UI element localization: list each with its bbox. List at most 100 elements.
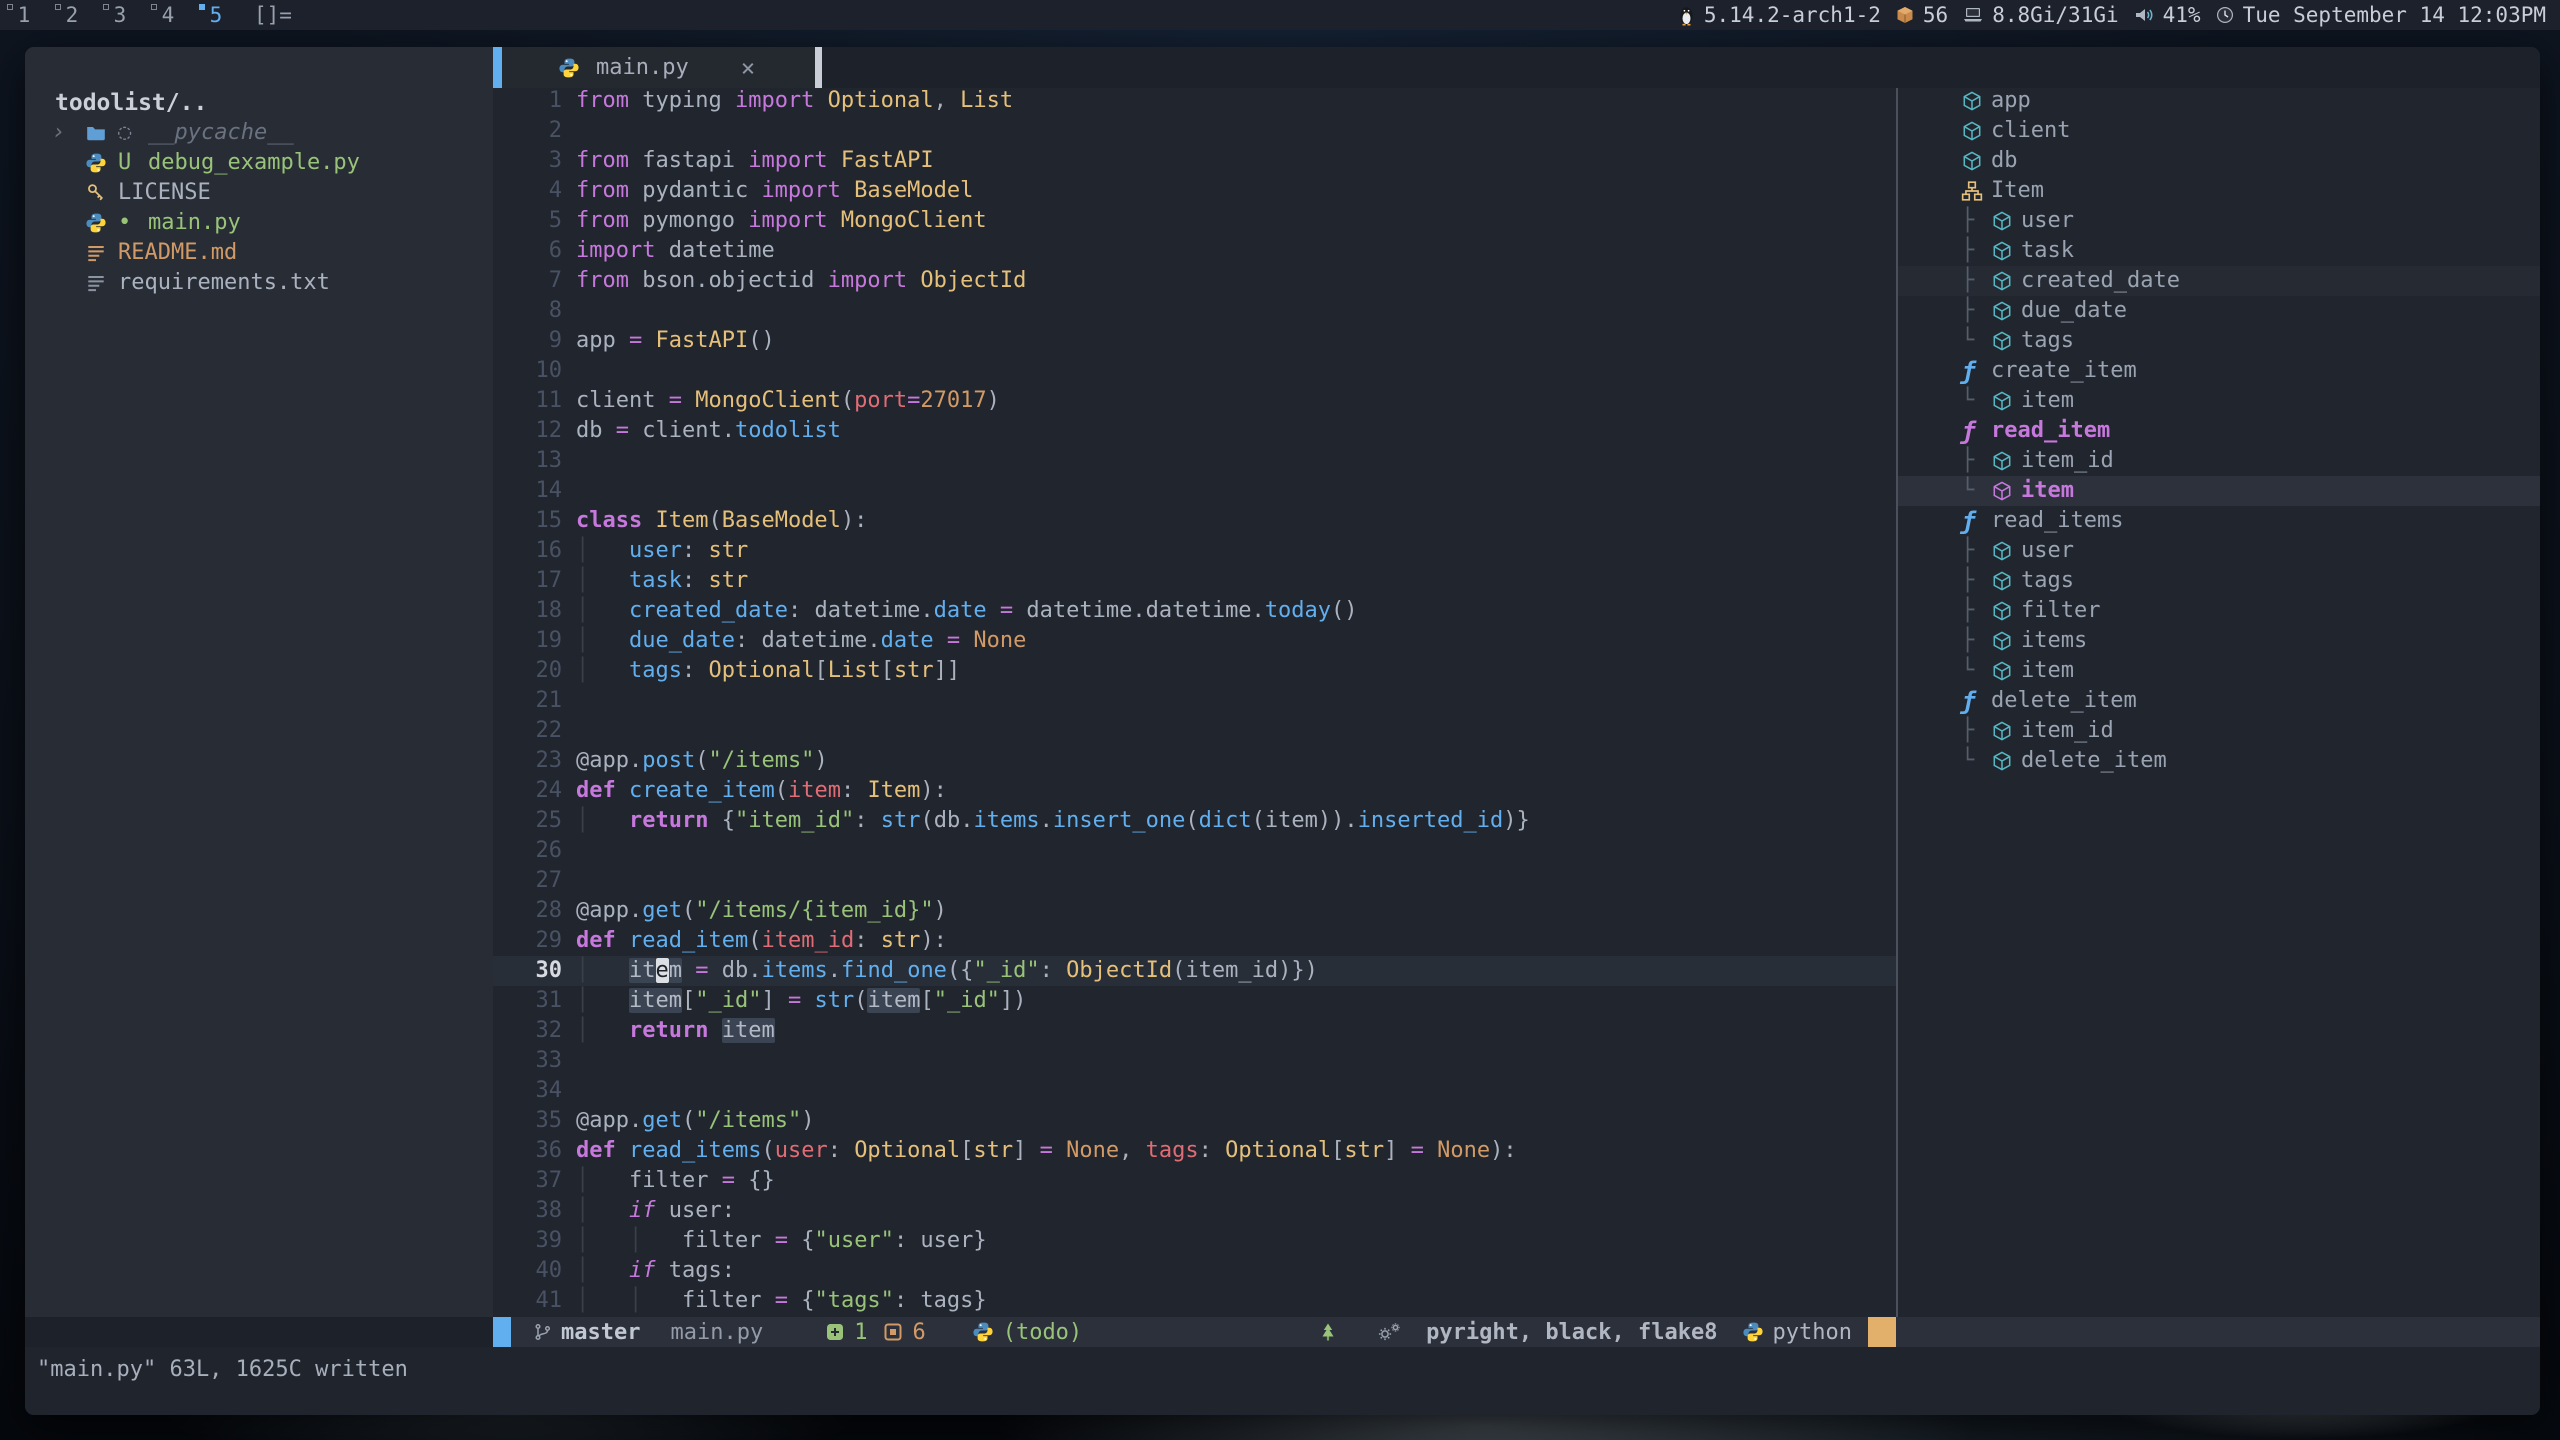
symbol-name: create_item bbox=[1991, 356, 2137, 386]
symbol-name: delete_item bbox=[2021, 746, 2167, 776]
code-text: def create_item(item: Item): bbox=[576, 776, 947, 806]
outline-item-filter[interactable]: ├filter bbox=[1898, 596, 2540, 626]
outline-item-user[interactable]: ├user bbox=[1898, 536, 2540, 566]
code-line-9[interactable]: 9app = FastAPI() bbox=[493, 326, 1896, 356]
file-row-main.py[interactable]: •main.py bbox=[25, 208, 493, 238]
code-line-18[interactable]: 18│ created_date: datetime.date = dateti… bbox=[493, 596, 1896, 626]
outline-item-create_item[interactable]: ƒcreate_item bbox=[1898, 356, 2540, 386]
code-line-39[interactable]: 39│ │ filter = {"user": user} bbox=[493, 1226, 1896, 1256]
code-line-41[interactable]: 41│ │ filter = {"tags": tags} bbox=[493, 1286, 1896, 1316]
code-line-32[interactable]: 32│ return item bbox=[493, 1016, 1896, 1046]
outline-item-app[interactable]: app bbox=[1898, 86, 2540, 116]
code-line-8[interactable]: 8 bbox=[493, 296, 1896, 326]
code-line-21[interactable]: 21 bbox=[493, 686, 1896, 716]
close-icon[interactable]: × bbox=[741, 54, 755, 82]
outline-item-created_date[interactable]: ├created_date bbox=[1898, 266, 2540, 296]
outline-item-tags[interactable]: └tags bbox=[1898, 326, 2540, 356]
code-text: │ if tags: bbox=[576, 1256, 735, 1286]
code-line-11[interactable]: 11client = MongoClient(port=27017) bbox=[493, 386, 1896, 416]
code-line-30[interactable]: 30│ item = db.items.find_one({"_id": Obj… bbox=[493, 956, 1896, 986]
outline-item-read_item[interactable]: ƒread_item bbox=[1898, 416, 2540, 446]
penguin-icon bbox=[1677, 3, 1696, 27]
git-status-badge: ◌ bbox=[118, 118, 148, 148]
outline-item-tags[interactable]: ├tags bbox=[1898, 566, 2540, 596]
code-line-24[interactable]: 24def create_item(item: Item): bbox=[493, 776, 1896, 806]
code-line-12[interactable]: 12db = client.todolist bbox=[493, 416, 1896, 446]
workspace-tag-3[interactable]: 3 bbox=[96, 0, 144, 30]
code-line-10[interactable]: 10 bbox=[493, 356, 1896, 386]
outline-item-delete_item[interactable]: ƒdelete_item bbox=[1898, 686, 2540, 716]
workspace-tag-1[interactable]: 1 bbox=[0, 0, 48, 30]
code-line-29[interactable]: 29def read_item(item_id: str): bbox=[493, 926, 1896, 956]
code-line-26[interactable]: 26 bbox=[493, 836, 1896, 866]
outline-item-item_id[interactable]: ├item_id bbox=[1898, 716, 2540, 746]
code-line-15[interactable]: 15class Item(BaseModel): bbox=[493, 506, 1896, 536]
tab-main-py[interactable]: main.py × bbox=[502, 47, 815, 88]
code-line-37[interactable]: 37│ filter = {} bbox=[493, 1166, 1896, 1196]
code-line-25[interactable]: 25│ return {"item_id": str(db.items.inse… bbox=[493, 806, 1896, 836]
workspace-tag-4[interactable]: 4 bbox=[144, 0, 192, 30]
file-row-README.md[interactable]: README.md bbox=[25, 238, 493, 268]
outline-item-due_date[interactable]: ├due_date bbox=[1898, 296, 2540, 326]
code-line-6[interactable]: 6import datetime bbox=[493, 236, 1896, 266]
code-line-40[interactable]: 40│ if tags: bbox=[493, 1256, 1896, 1286]
file-row-__pycache__[interactable]: ›◌__pycache__ bbox=[25, 118, 493, 148]
outline-item-read_items[interactable]: ƒread_items bbox=[1898, 506, 2540, 536]
line-number: 10 bbox=[493, 356, 576, 386]
code-text: │ item["_id"] = str(item["_id"]) bbox=[576, 986, 1026, 1016]
outline-item-task[interactable]: ├task bbox=[1898, 236, 2540, 266]
volume-icon bbox=[2133, 5, 2155, 25]
code-line-14[interactable]: 14 bbox=[493, 476, 1896, 506]
code-line-23[interactable]: 23@app.post("/items") bbox=[493, 746, 1896, 776]
code-text: │ if user: bbox=[576, 1196, 735, 1226]
code-line-19[interactable]: 19│ due_date: datetime.date = None bbox=[493, 626, 1896, 656]
outline-item-user[interactable]: ├user bbox=[1898, 206, 2540, 236]
code-line-31[interactable]: 31│ item["_id"] = str(item["_id"]) bbox=[493, 986, 1896, 1016]
variable-icon bbox=[1991, 750, 2021, 772]
outline-item-Item[interactable]: Item bbox=[1898, 176, 2540, 206]
code-line-33[interactable]: 33 bbox=[493, 1046, 1896, 1076]
file-row-requirements.txt[interactable]: requirements.txt bbox=[25, 268, 493, 298]
code-line-22[interactable]: 22 bbox=[493, 716, 1896, 746]
symbol-name: client bbox=[1991, 116, 2070, 146]
code-line-36[interactable]: 36def read_items(user: Optional[str] = N… bbox=[493, 1136, 1896, 1166]
outline-item-client[interactable]: client bbox=[1898, 116, 2540, 146]
code-line-27[interactable]: 27 bbox=[493, 866, 1896, 896]
virtualenv-name: (todo) bbox=[1003, 1320, 1082, 1345]
code-line-16[interactable]: 16│ user: str bbox=[493, 536, 1896, 566]
layout-indicator[interactable]: []= bbox=[254, 3, 292, 27]
python-icon bbox=[972, 1321, 994, 1343]
code-line-2[interactable]: 2 bbox=[493, 116, 1896, 146]
file-row-LICENSE[interactable]: LICENSE bbox=[25, 178, 493, 208]
code-line-28[interactable]: 28@app.get("/items/{item_id}") bbox=[493, 896, 1896, 926]
code-line-5[interactable]: 5from pymongo import MongoClient bbox=[493, 206, 1896, 236]
command-line[interactable]: "main.py" 63L, 1625C written bbox=[25, 1347, 2540, 1415]
workspace-tag-5[interactable]: 5 bbox=[192, 0, 240, 30]
outline-item-item_id[interactable]: ├item_id bbox=[1898, 446, 2540, 476]
code-line-34[interactable]: 34 bbox=[493, 1076, 1896, 1106]
code-text: from pymongo import MongoClient bbox=[576, 206, 987, 236]
git-added-icon bbox=[825, 1322, 845, 1342]
code-line-7[interactable]: 7from bson.objectid import ObjectId bbox=[493, 266, 1896, 296]
file-row-debug_example.py[interactable]: Udebug_example.py bbox=[25, 148, 493, 178]
outline-item-item[interactable]: └item bbox=[1898, 476, 2540, 506]
expand-caret-icon[interactable]: › bbox=[52, 118, 65, 148]
code-line-3[interactable]: 3from fastapi import FastAPI bbox=[493, 146, 1896, 176]
code-line-17[interactable]: 17│ task: str bbox=[493, 566, 1896, 596]
tree-connector: ├ bbox=[1961, 716, 1991, 746]
code-line-13[interactable]: 13 bbox=[493, 446, 1896, 476]
file-explorer[interactable]: todolist/.. ›◌__pycache__Udebug_example.… bbox=[25, 47, 493, 1347]
code-line-1[interactable]: 1from typing import Optional, List bbox=[493, 86, 1896, 116]
workspace-tag-2[interactable]: 2 bbox=[48, 0, 96, 30]
outline-item-items[interactable]: ├items bbox=[1898, 626, 2540, 656]
code-line-20[interactable]: 20│ tags: Optional[List[str]] bbox=[493, 656, 1896, 686]
outline-item-item[interactable]: └item bbox=[1898, 656, 2540, 686]
code-line-4[interactable]: 4from pydantic import BaseModel bbox=[493, 176, 1896, 206]
code-line-35[interactable]: 35@app.get("/items") bbox=[493, 1106, 1896, 1136]
outline-item-db[interactable]: db bbox=[1898, 146, 2540, 176]
code-text: │ return {"item_id": str(db.items.insert… bbox=[576, 806, 1530, 836]
outline-item-item[interactable]: └item bbox=[1898, 386, 2540, 416]
variable-icon bbox=[1991, 300, 2021, 322]
outline-item-delete_item[interactable]: └delete_item bbox=[1898, 746, 2540, 776]
code-line-38[interactable]: 38│ if user: bbox=[493, 1196, 1896, 1226]
